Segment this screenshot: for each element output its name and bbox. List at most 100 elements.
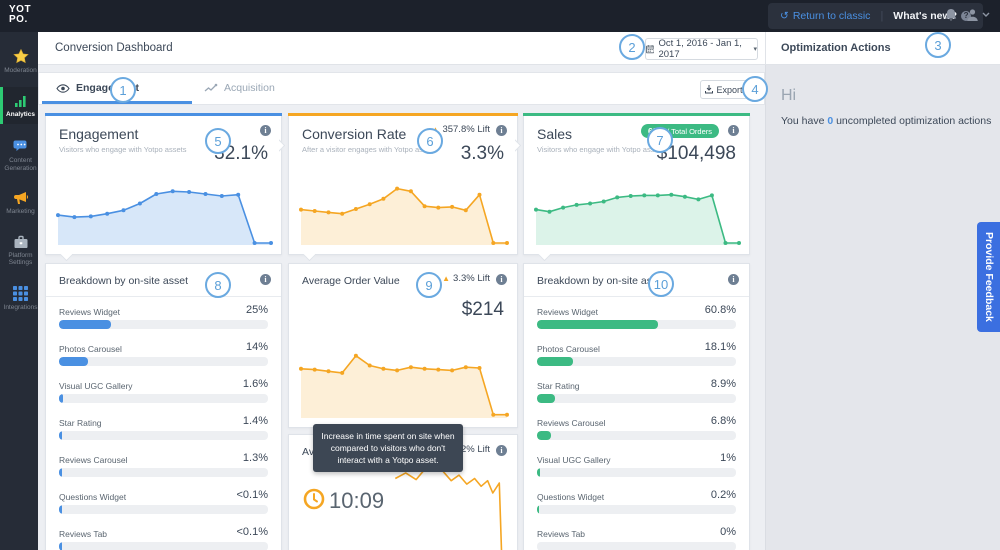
main-header: Conversion Dashboard Oct 1, 2016 - Jan 1… (38, 32, 765, 65)
sales-chart (532, 173, 743, 249)
sidebar-item-moderation[interactable]: Moderation (0, 42, 38, 81)
date-range-picker[interactable]: Oct 1, 2016 - Jan 1, 2017 ▾ (645, 38, 758, 60)
card-notch (60, 254, 72, 261)
notifications-bell-icon[interactable] (944, 8, 958, 23)
card-notch (303, 254, 315, 261)
engagement-subtitle: Visitors who engage with Yotpo assets (59, 145, 187, 154)
breakdown-sales-card[interactable]: Breakdown by on-site asset i Reviews Wid… (523, 263, 750, 550)
tooltip: Increase in time spent on site when comp… (313, 424, 463, 472)
bar-fill (537, 320, 658, 329)
bar-fill (537, 505, 540, 514)
annotation-circle-3: 3 (925, 32, 951, 58)
info-icon[interactable]: i (728, 274, 739, 285)
time-value: 10:09 (329, 488, 385, 513)
yotpo-logo[interactable]: YOT PO. (9, 5, 31, 25)
sidebar-item-marketing[interactable]: Marketing (0, 184, 38, 222)
annotation-circle-4: 4 (742, 76, 768, 102)
chat-bubbles-icon (13, 140, 27, 151)
sidebar-item-analytics[interactable]: Analytics (0, 86, 38, 124)
bar-fill (537, 468, 540, 477)
bar-fill (537, 394, 555, 403)
megaphone-icon (13, 192, 28, 204)
conversion-value: 3.3% (460, 143, 504, 164)
return-to-classic-link[interactable]: ↺ Return to classic (780, 10, 870, 22)
breakdown-left-title: Breakdown by on-site asset (59, 275, 188, 287)
optimization-actions-panel: Hi You have 0 uncompleted optimization a… (765, 65, 1000, 550)
topbar: YOT PO. ↺ Return to classic | What's new… (0, 0, 1000, 32)
aov-lift: ▲ 3.3% Lift (442, 273, 490, 284)
conversion-subtitle: After a visitor engages with Yotpo asset… (302, 145, 437, 154)
star-icon (12, 49, 29, 64)
info-icon[interactable]: i (496, 274, 507, 285)
engagement-title: Engagement (59, 126, 139, 142)
bar-fill (59, 320, 112, 329)
aov-title: Average Order Value (302, 275, 400, 287)
bar-fill (59, 431, 63, 440)
bar-chart-icon (14, 95, 26, 107)
flow-arrow-right-icon (515, 138, 525, 152)
export-button[interactable]: Export (700, 80, 748, 99)
bar-fill (59, 542, 62, 550)
divider (524, 296, 749, 297)
greeting-text: Hi (781, 87, 797, 104)
card-notch (538, 254, 550, 261)
annotation-circle-9: 9 (416, 272, 442, 298)
person-icon (967, 9, 978, 21)
whats-new-link[interactable]: What's new? ? (893, 10, 972, 22)
optimization-actions-title: Optimization Actions (781, 42, 891, 54)
sales-subtitle: Visitors who engage with Yotpo assets (537, 145, 665, 154)
breakdown-right-title: Breakdown by on-site asset (537, 275, 666, 287)
sales-title: Sales (537, 126, 573, 142)
conversion-rate-card[interactable]: Conversion Rate After a visitor engages … (288, 113, 518, 255)
eye-icon (56, 83, 70, 93)
conversion-title: Conversion Rate (302, 126, 407, 142)
chevron-down-icon (982, 12, 990, 17)
sales-accent-bar (523, 113, 750, 116)
tab-acquisition[interactable]: Acquisition (204, 73, 275, 103)
calendar-icon (646, 45, 655, 54)
date-range-value: Oct 1, 2016 - Jan 1, 2017 (658, 38, 742, 60)
bar-fill (59, 505, 62, 514)
conversion-accent-bar (288, 113, 518, 116)
engagement-card[interactable]: Engagement Visitors who engage with Yotp… (45, 113, 282, 255)
page-title: Conversion Dashboard (55, 42, 173, 54)
provide-feedback-button[interactable]: Provide Feedback (977, 222, 1000, 332)
sidebar-item-platform-settings[interactable]: Platform Settings (0, 228, 38, 273)
aov-chart (297, 332, 511, 422)
clock-icon (303, 488, 325, 510)
bar-track (59, 320, 268, 329)
tab-strip: Engagement Acquisition Export (38, 72, 765, 105)
engagement-accent-bar (45, 113, 282, 116)
sidebar: Moderation Analytics Content Generation … (0, 32, 38, 550)
conversion-chart (297, 173, 511, 249)
info-icon[interactable]: i (496, 125, 507, 136)
bar-fill (537, 431, 551, 440)
bar-fill (59, 394, 63, 403)
breakdown-engagement-card[interactable]: Breakdown by on-site asset i Reviews Wid… (45, 263, 282, 550)
average-order-value-card[interactable]: Average Order Value ▲ 3.3% Lift i $214 (288, 263, 518, 428)
bar-fill (59, 468, 63, 477)
sidebar-item-content-generation[interactable]: Content Generation (0, 132, 38, 178)
grid-icon (13, 285, 28, 301)
caret-down-icon: ▾ (753, 46, 757, 53)
sales-card[interactable]: Sales Visitors who engage with Yotpo ass… (523, 113, 750, 255)
lift-up-triangle-icon: ▲ (442, 274, 451, 283)
annotation-circle-2: 2 (619, 34, 645, 60)
sidebar-item-integrations[interactable]: Integrations (0, 279, 38, 318)
bar-fill (59, 357, 89, 366)
bar-fill (537, 357, 574, 366)
annotation-circle-1: 1 (110, 77, 136, 103)
flow-arrow-right-icon (279, 138, 289, 152)
optimization-actions-header: Optimization Actions (765, 32, 1000, 65)
app-frame: YOT PO. ↺ Return to classic | What's new… (0, 0, 1000, 550)
info-icon[interactable]: i (260, 274, 271, 285)
divider (46, 296, 281, 297)
logo-line2: PO. (9, 14, 28, 25)
info-icon[interactable]: i (260, 125, 271, 136)
download-icon (705, 85, 714, 94)
optimization-message: You have 0 uncompleted optimization acti… (781, 115, 992, 127)
info-icon[interactable]: i (728, 125, 739, 136)
trend-line-icon (204, 83, 218, 92)
user-menu[interactable] (966, 8, 990, 22)
topbar-divider: | (880, 10, 884, 22)
